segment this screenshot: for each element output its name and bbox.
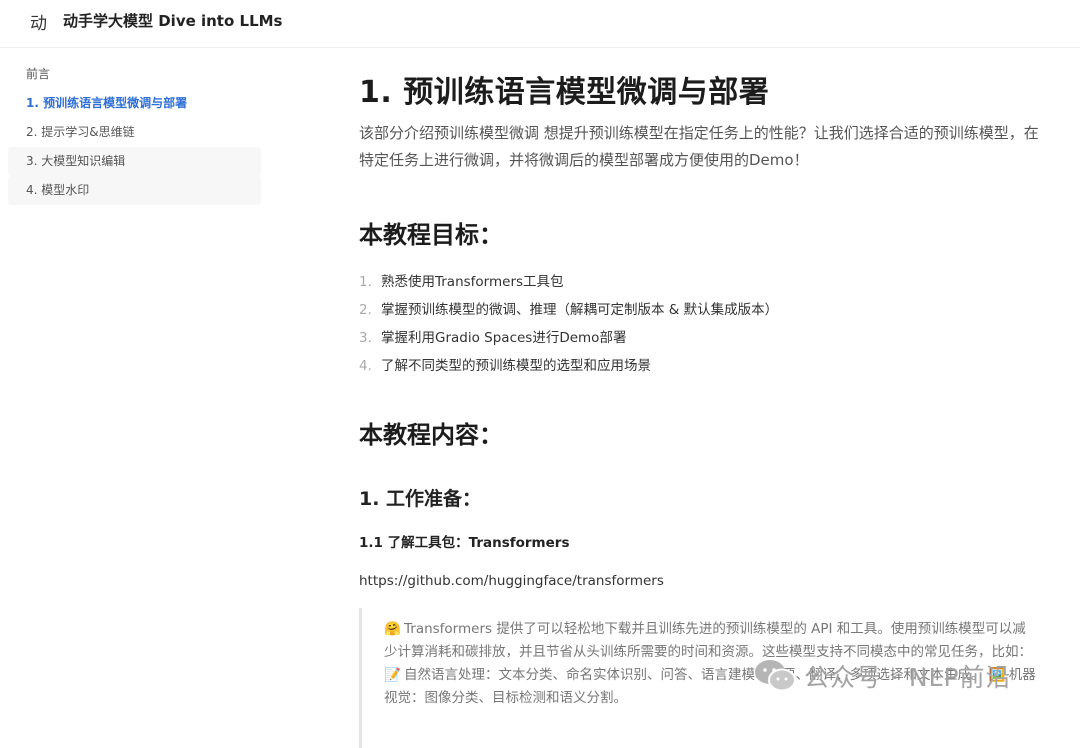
sidebar-nav: 前言 1. 预训练语言模型微调与部署 2. 提示学习&思维链 3. 大模型知识编… (8, 60, 261, 205)
section-heading-work-prep: 1. 工作准备： (359, 488, 482, 510)
goals-list: 1. 熟悉使用Transformers工具包 2. 掌握预训练模型的微调、推理（解耦… (359, 268, 1039, 380)
main-content: 1. 预训练语言模型微调与部署 该部分介绍预训练模型微调 想提升预训练模型在指定… (359, 70, 1039, 748)
page-title: 1. 预训练语言模型微调与部署 (359, 75, 770, 110)
top-header: 动 动手学大模型 Dive into LLMs (0, 0, 1080, 48)
watermark-text: 公众号 · NLP前沿 (804, 663, 1012, 692)
list-item: 1. 熟悉使用Transformers工具包 (359, 274, 564, 290)
site-logo[interactable]: 动 (30, 9, 47, 34)
github-link[interactable]: https://github.com/huggingface/transform… (359, 570, 1039, 592)
memo-icon: 📝 (384, 667, 401, 683)
list-item: 3. 掌握利用Gradio Spaces进行Demo部署 (359, 330, 627, 346)
site-title[interactable]: 动手学大模型 Dive into LLMs (63, 10, 282, 31)
wechat-watermark: 公众号 · NLP前沿 (752, 654, 1012, 698)
wechat-icon (755, 660, 796, 692)
sidebar-item-finetune-deploy[interactable]: 1. 预训练语言模型微调与部署 (8, 89, 261, 118)
section-heading-transformers: 1.1 了解工具包：Transformers (359, 535, 570, 551)
hugging-face-icon: 🤗 (384, 621, 401, 637)
goals-heading: 本教程目标： (359, 221, 503, 249)
list-item: 2. 掌握预训练模型的微调、推理（解耦可定制版本 & 默认集成版本） (359, 302, 779, 318)
sidebar-item-watermark[interactable]: 4. 模型水印 (8, 176, 261, 205)
sidebar-item-prompt-cot[interactable]: 2. 提示学习&思维链 (8, 118, 261, 147)
sidebar-item-knowledge-editing[interactable]: 3. 大模型知识编辑 (8, 147, 261, 176)
intro-paragraph: 该部分介绍预训练模型微调 想提升预训练模型在指定任务上的性能？让我们选择合适的预… (359, 124, 1039, 169)
list-item: 4. 了解不同类型的预训练模型的选型和应用场景 (359, 358, 651, 374)
content-heading: 本教程内容： (359, 421, 503, 449)
sidebar-item-preface[interactable]: 前言 (8, 60, 261, 89)
